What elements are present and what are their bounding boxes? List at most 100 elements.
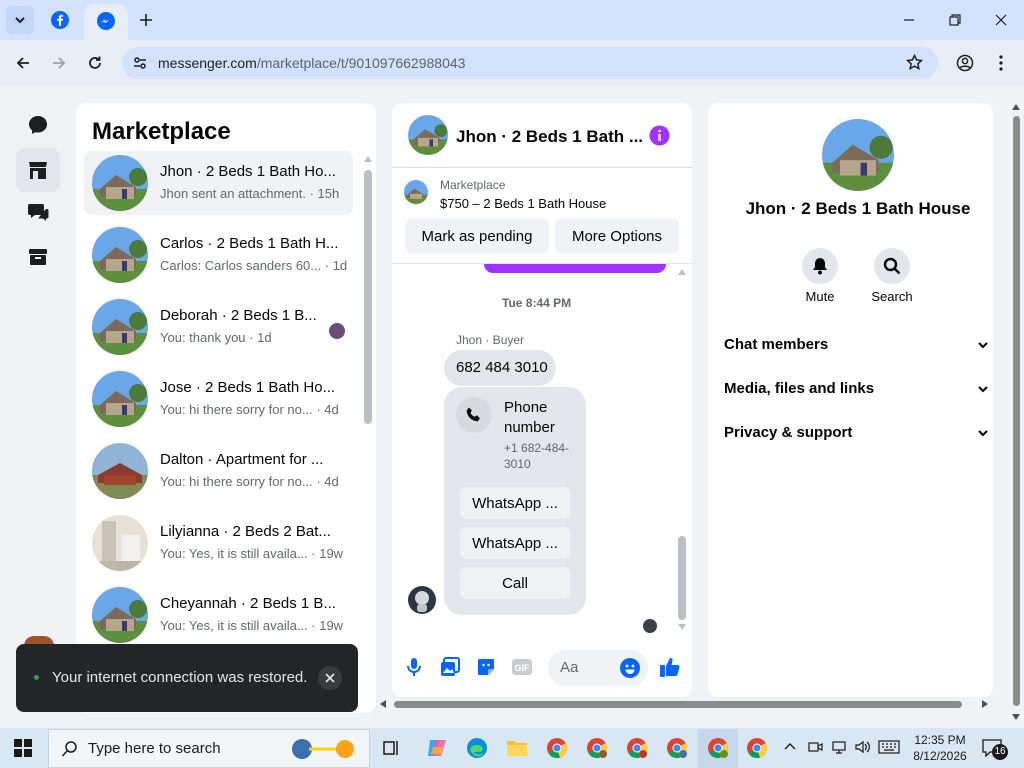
list-scrollbar-thumb[interactable]: [364, 170, 372, 424]
conversation-preview: Jhon sent an attachment. · 15h: [160, 186, 340, 201]
chevron-up-icon[interactable]: [784, 741, 796, 751]
close-window-button[interactable]: [986, 8, 1016, 32]
minimize-button[interactable]: [894, 8, 924, 32]
tab-search-button[interactable]: [6, 6, 34, 34]
tab-messenger[interactable]: [84, 4, 128, 40]
edge-icon[interactable]: [462, 733, 492, 763]
page-scroll-down[interactable]: [1012, 714, 1020, 720]
chevron-down-icon[interactable]: [976, 382, 990, 396]
header-divider: [392, 167, 692, 168]
listing-small-thumbnail: [404, 180, 428, 204]
conversation-name: Deborah · 2 Beds 1 B...: [160, 307, 317, 324]
menu-kebab-icon[interactable]: [994, 54, 1008, 72]
network-icon[interactable]: [831, 739, 847, 755]
chat-avatar[interactable]: [408, 115, 448, 155]
chevron-down-icon[interactable]: [976, 426, 990, 440]
url-text[interactable]: messenger.com/marketplace/t/901097662988…: [158, 54, 465, 72]
windows-start-icon[interactable]: [14, 739, 32, 757]
restore-button[interactable]: [940, 8, 970, 32]
close-icon: [995, 14, 1007, 26]
scroll-down-arrow[interactable]: [678, 624, 686, 630]
listing-title[interactable]: $750 – 2 Beds 1 Bath House: [440, 196, 606, 212]
clock-date[interactable]: 8/12/2026: [910, 748, 970, 764]
conversation-row[interactable]: Lilyianna · 2 Beds 2 Bat... You: Yes, it…: [84, 511, 353, 575]
site-info-icon[interactable]: [132, 55, 148, 71]
keyboard-icon[interactable]: [878, 740, 900, 754]
plus-icon: [140, 14, 152, 26]
whatsapp-button[interactable]: WhatsApp ...: [460, 527, 570, 559]
page-scroll-up[interactable]: [1012, 104, 1020, 110]
chrome-icon[interactable]: [542, 733, 572, 763]
search-button[interactable]: [874, 248, 910, 284]
emoji-icon[interactable]: [620, 658, 640, 678]
chrome-profile-icon[interactable]: [622, 733, 652, 763]
whatsapp-button[interactable]: WhatsApp ...: [460, 487, 570, 519]
search-highlight-icon: [292, 739, 354, 759]
conversation-row[interactable]: Dalton · Apartment for ... You: hi there…: [84, 439, 353, 503]
page-hscrollbar-thumb[interactable]: [394, 701, 962, 708]
message-timestamp: Tue 8:44 PM: [502, 296, 572, 310]
listing-thumbnail: [92, 443, 148, 499]
page-scrollbar-thumb[interactable]: [1013, 116, 1020, 706]
chat-title[interactable]: Jhon · 2 Beds 1 Bath ...: [456, 127, 643, 147]
tab-facebook[interactable]: [46, 6, 74, 34]
task-view-icon[interactable]: [376, 733, 406, 763]
sender-avatar[interactable]: [408, 586, 436, 614]
rail-archive[interactable]: [16, 235, 60, 279]
conversation-row[interactable]: Jose · 2 Beds 1 Bath Ho... You: hi there…: [84, 367, 353, 431]
sticker-icon[interactable]: [476, 657, 496, 677]
file-explorer-icon[interactable]: [502, 733, 532, 763]
mute-button[interactable]: [802, 248, 838, 284]
call-button[interactable]: Call: [460, 567, 570, 599]
conversation-row[interactable]: Jhon · 2 Beds 1 Bath Ho... Jhon sent an …: [84, 151, 353, 215]
copilot-icon[interactable]: [422, 733, 452, 763]
toast-close-button[interactable]: [318, 666, 342, 690]
reload-button[interactable]: [80, 48, 110, 78]
listing-thumbnail: [92, 371, 148, 427]
page-scroll-left[interactable]: [380, 700, 386, 708]
messenger-icon: [97, 12, 115, 30]
chrome-profile-icon[interactable]: [742, 733, 772, 763]
gif-icon[interactable]: GIF: [512, 659, 532, 675]
scroll-up-arrow[interactable]: [364, 156, 372, 162]
received-message-bubble[interactable]: 682 484 3010: [444, 350, 556, 386]
page-scroll-right[interactable]: [982, 700, 988, 708]
info-icon[interactable]: [649, 125, 670, 146]
microphone-icon[interactable]: [405, 657, 423, 677]
chrome-profile-icon[interactable]: [582, 733, 612, 763]
conversation-row[interactable]: Cheyannah · 2 Beds 1 B... You: Yes, it i…: [84, 583, 353, 647]
bookmark-star-icon[interactable]: [906, 54, 923, 71]
conversation-row[interactable]: Deborah · 2 Beds 1 B... You: thank you ·…: [84, 295, 353, 359]
scroll-up-arrow[interactable]: [678, 269, 686, 275]
notification-badge: 16: [992, 744, 1008, 760]
more-options-button[interactable]: More Options: [555, 219, 679, 253]
accordion-privacy-support[interactable]: Privacy & support: [724, 423, 852, 443]
profile-icon[interactable]: [956, 54, 974, 72]
thumbs-up-icon[interactable]: [659, 656, 681, 678]
sender-label: Jhon · Buyer: [456, 333, 525, 347]
volume-icon[interactable]: [854, 739, 870, 755]
back-button[interactable]: [8, 48, 38, 78]
chat-scrollbar-thumb[interactable]: [678, 536, 686, 620]
accordion-media-files-links[interactable]: Media, files and links: [724, 379, 874, 399]
conversation-preview: You: Yes, it is still availa... · 19w: [160, 618, 344, 633]
clock-time[interactable]: 12:35 PM: [910, 732, 970, 748]
info-avatar: [822, 119, 894, 191]
rail-marketplace[interactable]: [16, 148, 60, 192]
chrome-profile-icon[interactable]: [703, 733, 733, 763]
mark-as-pending-button[interactable]: Mark as pending: [405, 219, 549, 253]
chrome-profile-icon[interactable]: [662, 733, 692, 763]
conversation-row[interactable]: Carlos · 2 Beds 1 Bath H... Carlos: Carl…: [84, 223, 353, 287]
photo-icon[interactable]: [440, 657, 460, 677]
new-tab-button[interactable]: [132, 6, 160, 34]
contact-card-bubble: Phone number +1 682-484-3010 WhatsApp ..…: [444, 387, 586, 615]
forward-button[interactable]: [44, 48, 74, 78]
meet-now-icon[interactable]: [807, 739, 823, 755]
taskbar-search-box[interactable]: Type here to search: [48, 729, 370, 768]
sent-message-bubble[interactable]: [484, 264, 666, 273]
rail-chats[interactable]: [16, 103, 60, 147]
read-receipt-avatar: [329, 323, 345, 339]
accordion-chat-members[interactable]: Chat members: [724, 335, 828, 355]
chevron-down-icon[interactable]: [976, 338, 990, 352]
rail-requests[interactable]: [16, 191, 60, 235]
